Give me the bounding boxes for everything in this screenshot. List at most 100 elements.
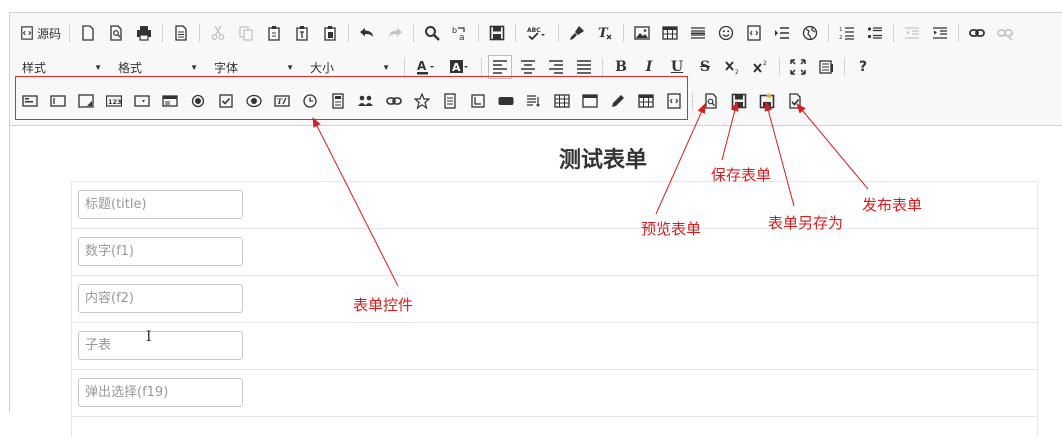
print-button[interactable] [132, 21, 156, 45]
subscript-icon: 2 [725, 61, 739, 75]
smiley-button[interactable] [714, 21, 738, 45]
separator [692, 92, 693, 110]
svg-text:a: a [459, 33, 465, 41]
replace-button[interactable]: ba [448, 21, 472, 45]
format-combo[interactable]: 格式 ▼ [112, 56, 204, 78]
indent-button[interactable] [928, 21, 952, 45]
content-field[interactable]: 内容(f2) [78, 284, 243, 313]
undo-icon [360, 28, 374, 37]
separator [162, 24, 164, 42]
maximize-button[interactable] [786, 55, 810, 79]
preview-button[interactable] [104, 21, 128, 45]
strike-button[interactable]: S [693, 55, 717, 79]
form-table: 标题(title) 数字(f1) 内容(f2) 子表 弹出选择(f19) [71, 181, 1038, 437]
redo-icon [389, 28, 403, 37]
toolbar-row-1: 源码 ba ABC T 1 2 [16, 20, 1019, 46]
bold-icon: B [615, 59, 627, 75]
page-break-button[interactable] [770, 21, 794, 45]
save-button[interactable] [485, 21, 509, 45]
svg-text:A: A [452, 61, 461, 74]
link-icon [969, 29, 985, 37]
indent-icon [933, 27, 948, 39]
annotation-save-as-form: 表单另存为 [768, 214, 844, 232]
cut-icon [211, 25, 225, 40]
font-combo[interactable]: 字体 ▼ [208, 56, 300, 78]
bulleted-list-button[interactable] [863, 21, 887, 45]
save-icon [489, 25, 505, 41]
preview-form-icon [705, 93, 717, 109]
format-combo-label: 格式 [118, 60, 143, 75]
search-icon [425, 26, 440, 41]
paste-text-icon [296, 26, 308, 41]
cut-button[interactable] [206, 21, 230, 45]
remove-format-icon: T [598, 26, 612, 41]
spellcheck-icon: ABC [527, 27, 546, 41]
svg-text:b: b [452, 26, 457, 35]
svg-text:2: 2 [839, 35, 843, 41]
paste-word-button[interactable] [318, 21, 342, 45]
source-button[interactable]: 源码 [16, 21, 65, 45]
separator [958, 24, 960, 42]
editor-content[interactable]: 测试表单 标题(title) 数字(f1) 内容(f2) 子表 弹出选择(f19… [10, 126, 1062, 437]
separator [779, 58, 780, 76]
publish-form-button[interactable] [783, 89, 807, 113]
format-painter-button[interactable] [565, 21, 589, 45]
paste-text-button[interactable] [290, 21, 314, 45]
align-justify-icon [577, 60, 591, 74]
link-button[interactable] [965, 21, 989, 45]
save-as-form-icon [759, 93, 775, 109]
remove-format-button[interactable]: T [593, 21, 617, 45]
undo-button[interactable] [355, 21, 379, 45]
separator [348, 24, 350, 42]
number-field[interactable]: 数字(f1) [78, 237, 243, 266]
source-icon [21, 26, 33, 40]
copy-button[interactable] [234, 21, 258, 45]
separator [481, 58, 482, 76]
text-cursor-icon: I [146, 329, 152, 345]
superscript-button[interactable]: 2 [749, 55, 773, 79]
iframe-button[interactable] [798, 21, 822, 45]
style-combo-label: 样式 [22, 60, 47, 75]
paste-button[interactable] [262, 21, 286, 45]
save-form-button[interactable] [727, 89, 751, 113]
redo-button[interactable] [383, 21, 407, 45]
popup-select-field[interactable]: 弹出选择(f19) [78, 378, 243, 407]
table-row: 弹出选择(f19) [72, 370, 1037, 417]
font-combo-label: 字体 [214, 60, 239, 75]
paste-icon [268, 26, 280, 41]
subtable-field[interactable]: 子表 [78, 331, 243, 360]
smiley-icon [718, 25, 734, 41]
editor-toolbar: 源码 ba ABC T 1 2 样式 ▼ 格式 ▼ 字体 ▼ 大小 ▼ A A … [10, 13, 1062, 126]
subscript-button[interactable]: 2 [721, 55, 745, 79]
separator [199, 24, 201, 42]
spellcheck-button[interactable]: ABC [522, 21, 552, 45]
save-form-icon [731, 93, 747, 109]
image-button[interactable] [630, 21, 654, 45]
unlink-button[interactable] [993, 21, 1017, 45]
style-combo[interactable]: 样式 ▼ [16, 56, 108, 78]
new-page-button[interactable] [76, 21, 100, 45]
preview-icon [110, 25, 122, 41]
outdent-button[interactable] [900, 21, 924, 45]
align-center-icon [521, 60, 535, 74]
table-button[interactable] [658, 21, 682, 45]
show-blocks-button[interactable] [814, 55, 838, 79]
size-combo[interactable]: 大小 ▼ [304, 56, 396, 78]
help-button[interactable]: ? [851, 55, 875, 79]
special-char-button[interactable] [742, 21, 766, 45]
find-button[interactable] [420, 21, 444, 45]
svg-text:1: 1 [839, 27, 843, 33]
title-field[interactable]: 标题(title) [78, 190, 243, 219]
chevron-down-icon: ▼ [94, 62, 102, 72]
align-left-icon [493, 60, 507, 74]
form-title: 测试表单 [558, 148, 647, 173]
save-as-form-button[interactable] [755, 89, 779, 113]
chevron-down-icon: ▼ [286, 62, 294, 72]
horizontal-line-button[interactable] [686, 21, 710, 45]
numbered-list-button[interactable]: 12 [835, 21, 859, 45]
templates-button[interactable] [169, 21, 193, 45]
preview-form-button[interactable] [699, 89, 723, 113]
svg-text:A: A [417, 59, 427, 73]
maximize-icon [790, 59, 806, 75]
table-row: 子表 [72, 323, 1037, 370]
